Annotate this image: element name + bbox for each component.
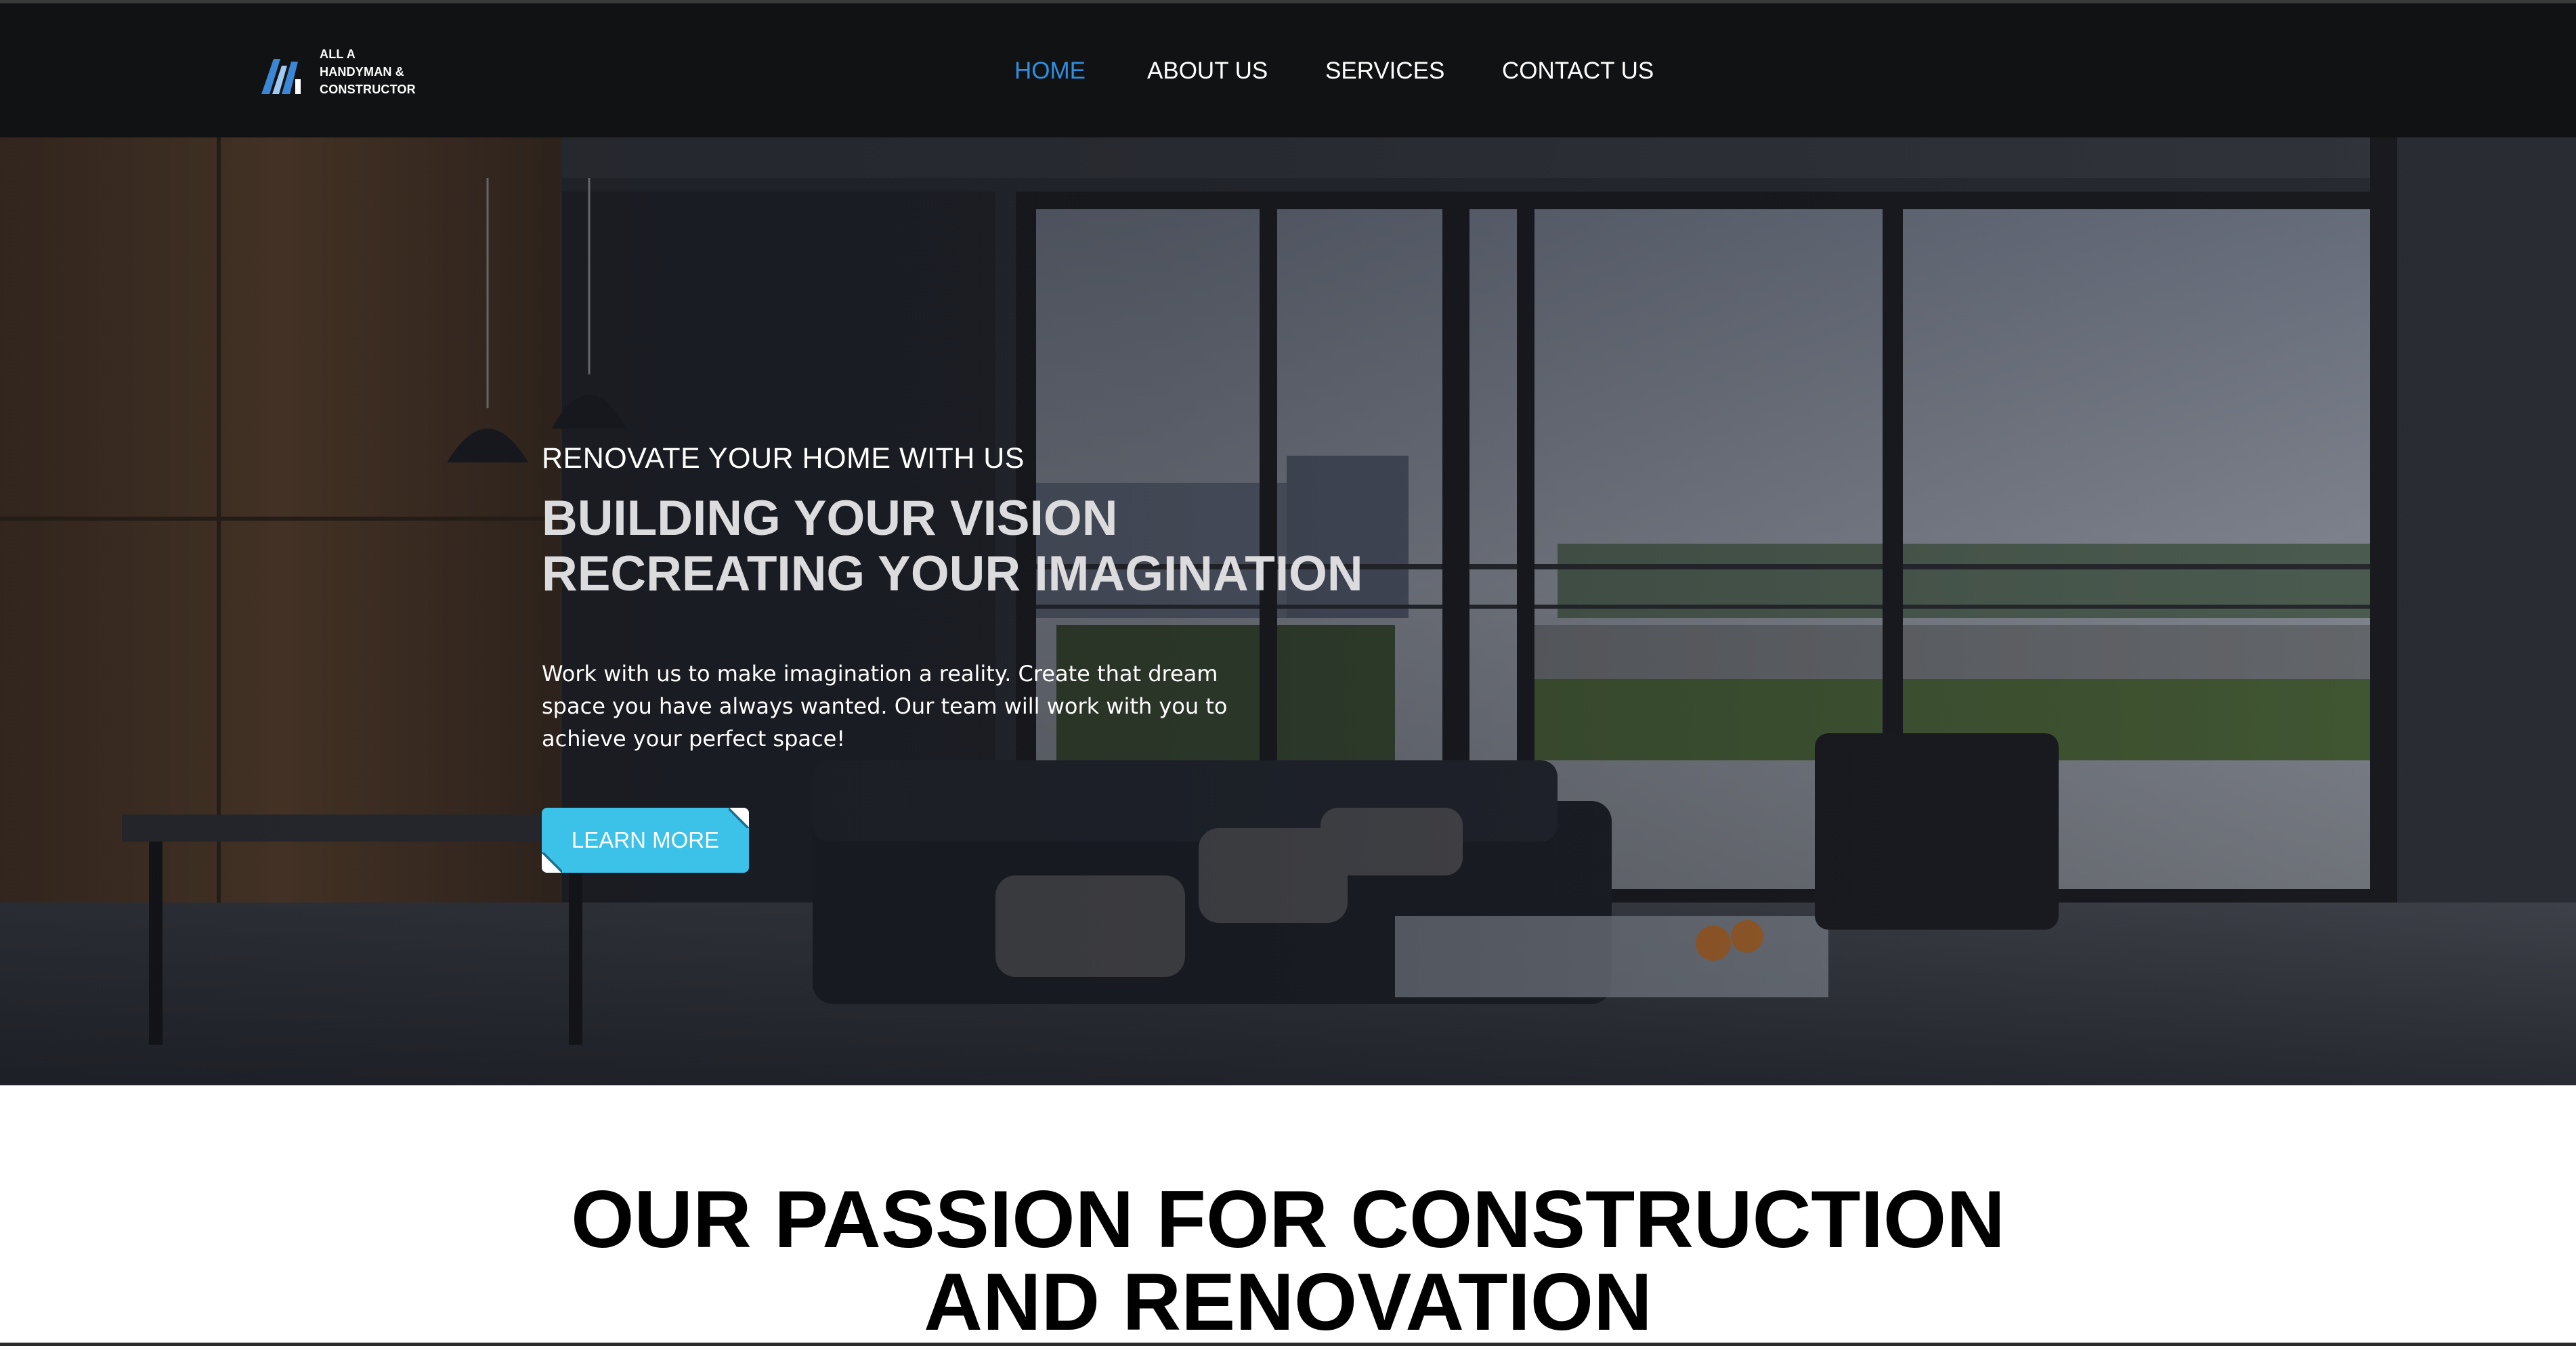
nav-contact-us[interactable]: CONTACT US <box>1502 55 1654 87</box>
logo-mark-icon <box>261 59 301 94</box>
nav-services[interactable]: SERVICES <box>1325 55 1444 87</box>
hero-title-line: BUILDING YOUR VISION <box>542 491 1118 546</box>
logo-line: CONSTRUCTOR <box>320 83 416 96</box>
learn-more-button[interactable]: LEARN MORE <box>542 808 749 873</box>
corner-fold-icon <box>542 852 562 873</box>
hero-title: BUILDING YOUR VISION RECREATING YOUR IMA… <box>542 491 1363 602</box>
logo-line: ALL A <box>320 47 356 61</box>
nav-about-us[interactable]: ABOUT US <box>1147 55 1268 87</box>
site-header: ALL A HANDYMAN & CONSTRUCTOR HOME ABOUT … <box>0 3 2576 137</box>
hero-kicker: RENOVATE YOUR HOME WITH US <box>542 442 1025 475</box>
page: ALL A HANDYMAN & CONSTRUCTOR HOME ABOUT … <box>0 0 2576 1346</box>
nav-home[interactable]: HOME <box>1014 55 1086 87</box>
hero-description: Work with us to make imagination a reali… <box>542 661 1228 752</box>
logo-text: ALL A HANDYMAN & CONSTRUCTOR <box>320 45 416 98</box>
corner-fold-icon <box>729 808 749 828</box>
logo-line: HANDYMAN & <box>320 65 404 79</box>
hero-title-line: RECREATING YOUR IMAGINATION <box>542 546 1363 601</box>
section-heading-line: AND RENOVATION <box>924 1257 1652 1346</box>
learn-more-label: LEARN MORE <box>571 827 720 852</box>
brand-logo[interactable]: ALL A HANDYMAN & CONSTRUCTOR <box>261 43 437 104</box>
section-heading-line: OUR PASSION FOR CONSTRUCTION <box>571 1174 2005 1265</box>
window-bottom-border <box>0 1343 2576 1346</box>
section-heading: OUR PASSION FOR CONSTRUCTION AND RENOVAT… <box>0 1178 2576 1343</box>
hero-background-image <box>0 137 2576 1085</box>
hero-banner: RENOVATE YOUR HOME WITH US BUILDING YOUR… <box>0 137 2576 1085</box>
